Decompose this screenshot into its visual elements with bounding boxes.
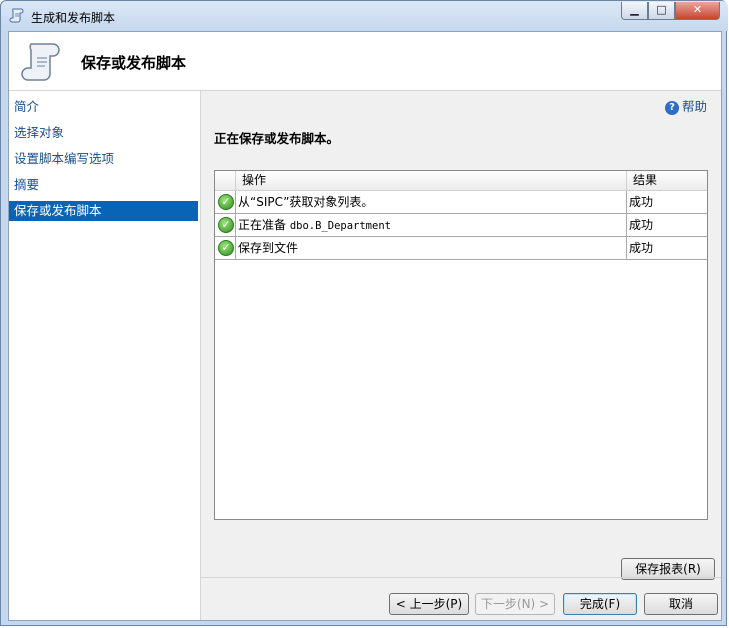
row-operation: 从“SIPC”获取对象列表。 xyxy=(238,195,374,209)
row-separator xyxy=(626,191,627,213)
help-label: 帮助 xyxy=(681,99,707,114)
row-separator xyxy=(626,237,627,259)
dialog-window: 生成和发布脚本 ▁ □ ✕ 保存或发布脚本 简介 选择对象 设置脚本编写选项 摘… xyxy=(0,0,728,626)
column-separator xyxy=(235,171,236,190)
row-separator xyxy=(235,237,236,259)
page-title: 保存或发布脚本 xyxy=(81,54,187,72)
table-row[interactable]: ✓ 保存到文件 成功 xyxy=(215,237,707,260)
script-scroll-icon xyxy=(9,8,24,23)
row-result: 成功 xyxy=(629,241,654,255)
footer-divider xyxy=(201,577,721,578)
column-header-operation[interactable]: 操作 xyxy=(242,171,266,190)
nav-item-summary[interactable]: 摘要 xyxy=(9,175,198,195)
close-button[interactable]: ✕ xyxy=(675,2,720,20)
next-button[interactable]: 下一步(N) > xyxy=(475,593,555,615)
maximize-button[interactable]: □ xyxy=(648,2,675,20)
script-scroll-large-icon xyxy=(21,43,60,81)
nav-item-save-publish[interactable]: 保存或发布脚本 xyxy=(9,201,198,221)
status-text: 正在保存或发布脚本。 xyxy=(214,131,340,146)
nav-item-intro[interactable]: 简介 xyxy=(9,97,198,117)
success-check-icon: ✓ xyxy=(218,194,234,210)
nav-item-script-options[interactable]: 设置脚本编写选项 xyxy=(9,149,198,169)
help-link[interactable]: ? 帮助 xyxy=(664,99,707,115)
dialog-client: 保存或发布脚本 简介 选择对象 设置脚本编写选项 摘要 保存或发布脚本 ? 帮助 … xyxy=(8,31,722,621)
window-title: 生成和发布脚本 xyxy=(31,11,116,25)
wizard-nav: 简介 选择对象 设置脚本编写选项 摘要 保存或发布脚本 xyxy=(9,91,201,620)
column-header-result[interactable]: 结果 xyxy=(633,171,657,190)
success-check-icon: ✓ xyxy=(218,217,234,233)
main-panel: ? 帮助 正在保存或发布脚本。 操作 结果 ✓ 从“SIPC”获取对象列表。 成功 xyxy=(201,91,721,620)
column-separator[interactable] xyxy=(626,171,627,190)
row-result: 成功 xyxy=(629,218,654,232)
table-row[interactable]: ✓ 正在准备 dbo.B_Department 成功 xyxy=(215,214,707,237)
table-header: 操作 结果 xyxy=(215,171,707,191)
previous-button[interactable]: < 上一步(P) xyxy=(389,593,469,615)
nav-item-select-objects[interactable]: 选择对象 xyxy=(9,123,198,143)
minimize-button[interactable]: ▁ xyxy=(621,2,648,20)
row-separator xyxy=(235,214,236,236)
help-icon: ? xyxy=(664,100,679,115)
success-check-icon: ✓ xyxy=(218,240,234,256)
cancel-button[interactable]: 取消 xyxy=(644,593,718,615)
row-result: 成功 xyxy=(629,195,654,209)
table-row[interactable]: ✓ 从“SIPC”获取对象列表。 成功 xyxy=(215,191,707,214)
finish-button[interactable]: 完成(F) xyxy=(563,593,637,615)
row-operation: 正在准备 dbo.B_Department xyxy=(238,218,391,232)
row-separator xyxy=(235,191,236,213)
row-operation: 保存到文件 xyxy=(238,241,299,255)
progress-table[interactable]: 操作 结果 ✓ 从“SIPC”获取对象列表。 成功 ✓ 正在准备 dbo.B_D… xyxy=(214,170,708,520)
dialog-header: 保存或发布脚本 xyxy=(9,32,721,91)
row-separator xyxy=(626,214,627,236)
title-bar[interactable]: 生成和发布脚本 ▁ □ ✕ xyxy=(1,1,728,31)
